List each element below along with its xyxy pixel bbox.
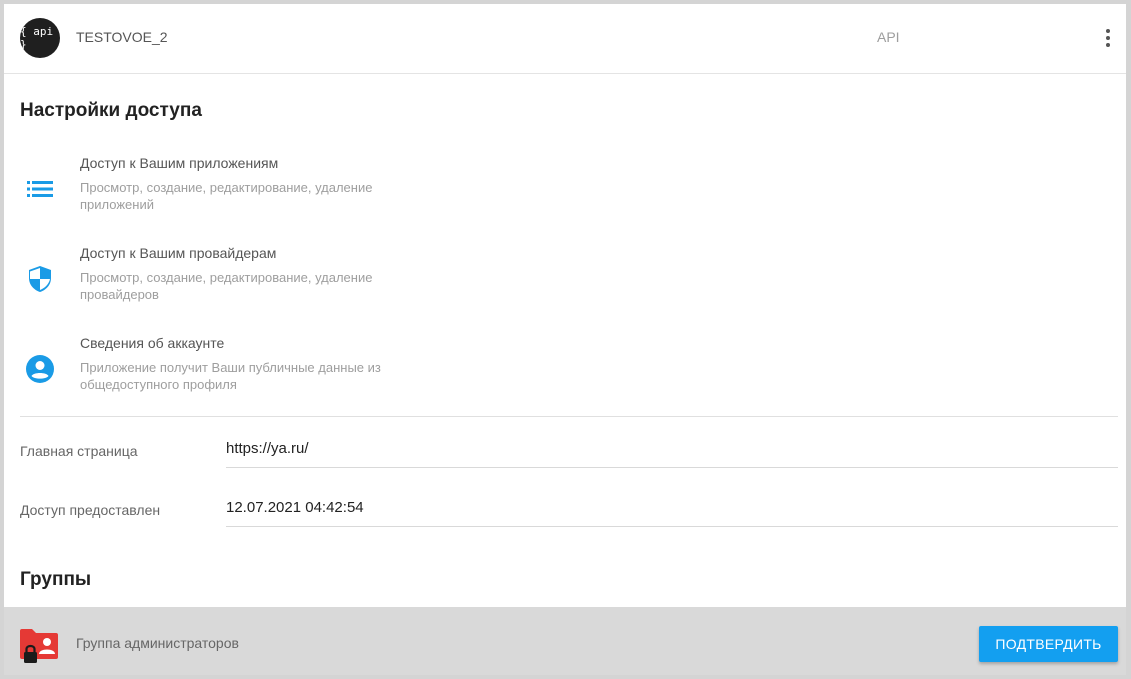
kebab-dot [1106, 36, 1110, 40]
more-vert-icon[interactable] [1100, 26, 1116, 50]
app-header: { api } TESTOVOE_2 API [4, 4, 1126, 74]
homepage-label: Главная страница [20, 443, 138, 459]
kebab-dot [1106, 43, 1110, 47]
permission-title: Доступ к Вашим приложениям [80, 155, 279, 171]
permission-description: Просмотр, создание, редактирование, удал… [80, 180, 373, 212]
api-logo: { api } [20, 18, 60, 58]
footer-bar: Группа администраторов ПОДТВЕРДИТЬ [4, 607, 1126, 675]
kebab-dot [1106, 29, 1110, 33]
account-circle-icon [24, 353, 56, 385]
groups-title: Группы [20, 569, 92, 590]
access-granted-value: 12.07.2021 04:42:54 [226, 497, 1118, 527]
permission-description: Приложение получит Ваши публичные данные… [80, 360, 381, 392]
group-name: Группа администраторов [76, 635, 239, 651]
access-settings-title: Настройки доступа [20, 100, 202, 121]
app-name: TESTOVOE_2 [76, 29, 168, 45]
permission-apps: Доступ к Вашим приложениям Просмотр, соз… [20, 155, 440, 225]
confirm-button[interactable]: ПОДТВЕРДИТЬ [979, 626, 1118, 662]
permission-description: Просмотр, создание, редактирование, удал… [80, 270, 373, 302]
api-label: API [877, 29, 900, 45]
locked-folder-user-icon [18, 625, 62, 665]
app-window: { api } TESTOVOE_2 API Настройки доступа… [4, 4, 1126, 675]
section-divider [20, 416, 1118, 417]
access-granted-label: Доступ предоставлен [20, 502, 161, 518]
homepage-value[interactable]: https://ya.ru/ [226, 438, 1118, 468]
shield-icon [24, 263, 56, 295]
permission-account: Сведения об аккаунте Приложение получит … [20, 335, 440, 405]
permission-providers: Доступ к Вашим провайдерам Просмотр, соз… [20, 245, 440, 315]
list-icon [24, 173, 56, 205]
permission-title: Сведения об аккаунте [80, 335, 225, 351]
permission-title: Доступ к Вашим провайдерам [80, 245, 277, 261]
